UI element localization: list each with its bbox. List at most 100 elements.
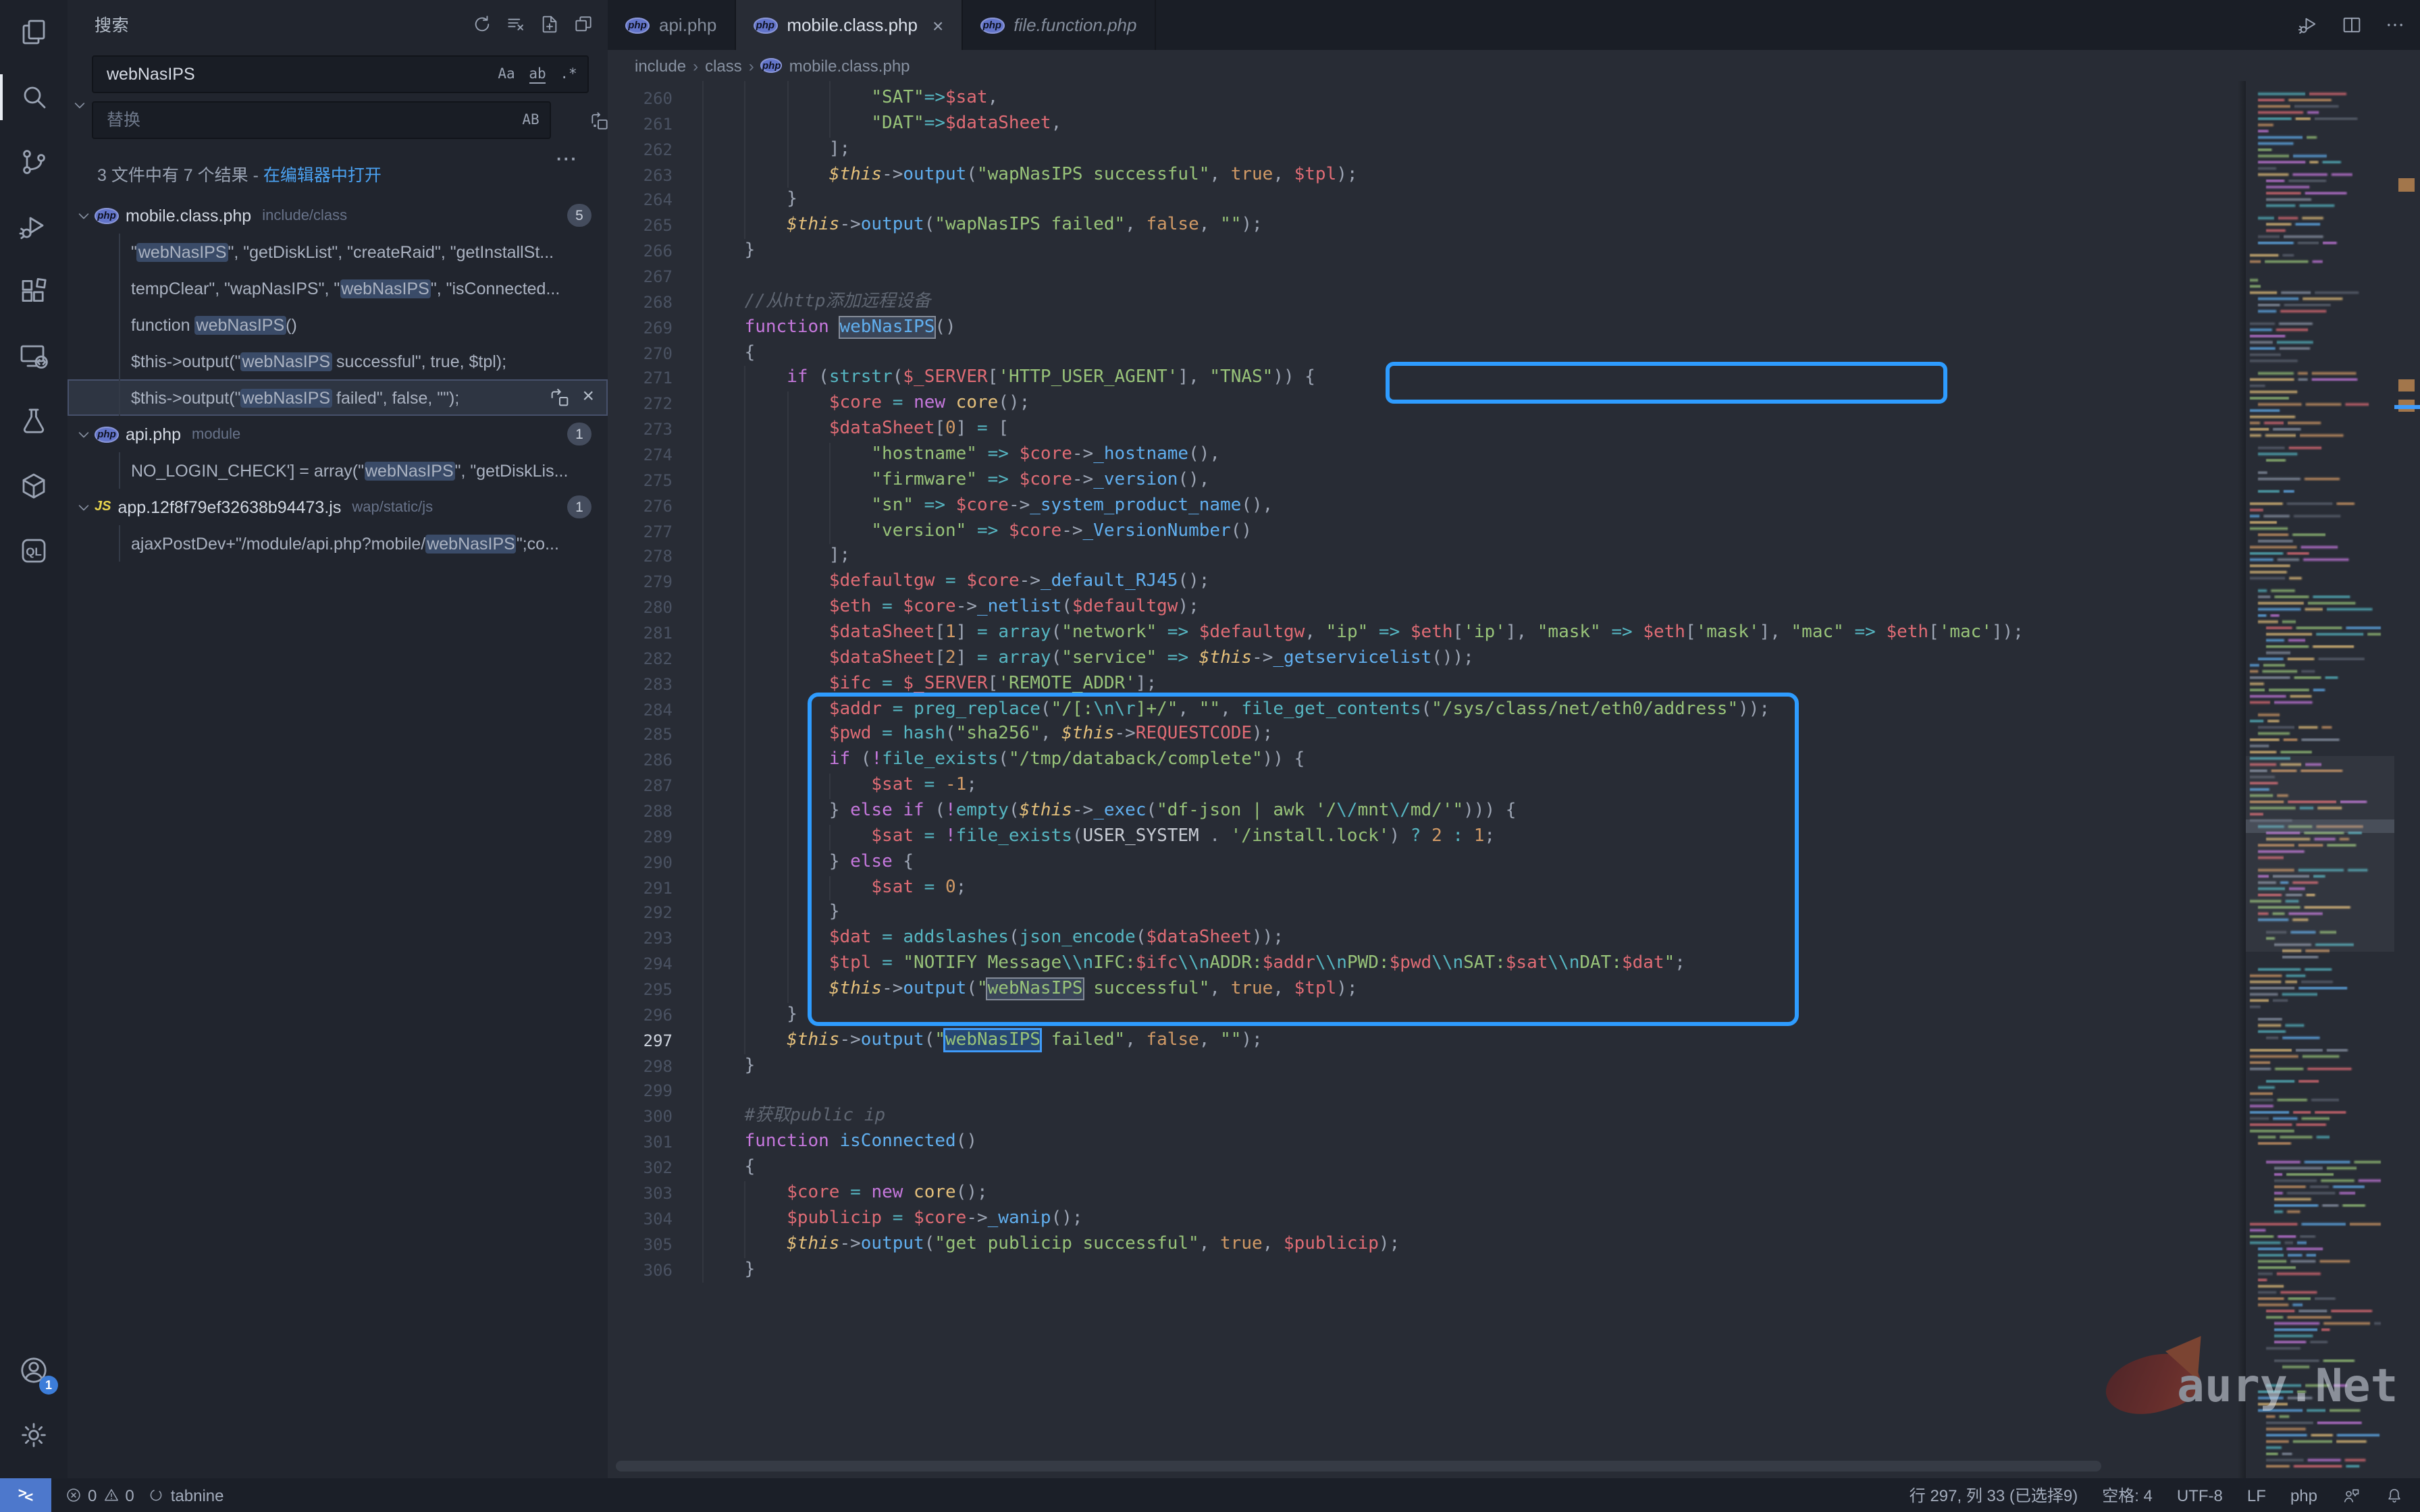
code-line[interactable]: {	[702, 1156, 2024, 1181]
activity-item-run-debug[interactable]	[0, 194, 68, 259]
code-line[interactable]: if (!file_exists("/tmp/databack/complete…	[702, 749, 2024, 774]
code-line[interactable]: }	[702, 1003, 2024, 1029]
chevron-down-icon[interactable]	[73, 496, 95, 518]
code-line[interactable]: ];	[702, 545, 2024, 570]
breadcrumb-file[interactable]: mobile.class.php	[789, 56, 910, 75]
replace-match-icon[interactable]	[548, 386, 571, 409]
tabnine-status[interactable]: tabnine	[148, 1486, 224, 1505]
activity-item-account[interactable]: 1	[0, 1338, 68, 1403]
search-option-regex[interactable]: .*	[556, 62, 581, 86]
code-line[interactable]: }	[702, 1258, 2024, 1283]
search-match-row[interactable]: $this->output("webNasIPS failed", false,…	[68, 379, 608, 416]
code-line[interactable]: $addr = preg_replace("/[:\n\r]+/", "", f…	[702, 697, 2024, 723]
close-tab-icon[interactable]: ×	[932, 14, 943, 36]
status-language-mode[interactable]: php	[2290, 1486, 2317, 1505]
code-line[interactable]: $this->output("wapNasIPS failed", false,…	[702, 214, 2024, 240]
breadcrumb[interactable]: include›class›phpmobile.class.php	[608, 50, 2420, 81]
code-line[interactable]: //从http添加远程设备	[702, 290, 2024, 316]
code-line[interactable]: $sat = !file_exists(USER_SYSTEM . '/inst…	[702, 825, 2024, 850]
activity-item-ql[interactable]: QL	[0, 518, 68, 583]
split-icon-action[interactable]	[2340, 14, 2363, 36]
code-line[interactable]: "hostname" => $core->_hostname(),	[702, 443, 2024, 468]
code-editor[interactable]: 2592602612622632642652662672682692702712…	[608, 81, 2420, 1478]
minimap-slider[interactable]	[2246, 756, 2394, 952]
code-line[interactable]: $tpl = "NOTIFY Message\\nIFC:$ifc\\nADDR…	[702, 952, 2024, 977]
search-result-file[interactable]: JSapp.12f8f79ef32638b94473.jswap/static/…	[68, 489, 608, 525]
activity-item-settings[interactable]	[0, 1403, 68, 1467]
toggle-search-details-button[interactable]: ···	[556, 148, 578, 169]
problems-status[interactable]: 0 0	[65, 1486, 134, 1505]
overview-ruler[interactable]	[2394, 81, 2420, 1478]
dismiss-match-icon[interactable]: ×	[582, 386, 594, 409]
code-line[interactable]: if (strstr($_SERVER['HTTP_USER_AGENT'], …	[702, 367, 2024, 392]
code-line[interactable]: "SAT"=>$sat,	[702, 86, 2024, 112]
status-cursor-position[interactable]: 行 297, 列 33 (已选择9)	[1910, 1484, 2078, 1507]
activity-item-extensions[interactable]	[0, 259, 68, 324]
code-line[interactable]: "DAT"=>$dataSheet,	[702, 112, 2024, 138]
horizontal-scrollbar[interactable]	[616, 1461, 2101, 1472]
code-line[interactable]	[702, 1079, 2024, 1105]
toggle-replace-chevron-icon[interactable]	[69, 94, 90, 116]
code-line[interactable]: $eth = $core->_netlist($defaultgw);	[702, 595, 2024, 621]
chevron-down-icon[interactable]	[73, 205, 95, 226]
feedback-icon[interactable]	[2342, 1486, 2361, 1505]
code-line[interactable]: {	[702, 341, 2024, 367]
code-line[interactable]: $publicip = $core->_wanip();	[702, 1207, 2024, 1233]
refresh-icon[interactable]	[471, 13, 493, 34]
tab-file.function.php[interactable]: phpfile.function.php	[962, 0, 1155, 50]
search-match-row[interactable]: $this->output("webNasIPS successful", tr…	[68, 343, 608, 379]
code-line[interactable]: $sat = 0;	[702, 875, 2024, 901]
code-line[interactable]: }	[702, 239, 2024, 265]
code-line[interactable]	[702, 265, 2024, 290]
activity-item-packages[interactable]	[0, 454, 68, 518]
code-line[interactable]: $core = new core();	[702, 392, 2024, 418]
breadcrumb-item[interactable]: class	[705, 56, 742, 75]
replace-input[interactable]	[92, 101, 551, 139]
debug-icon-action[interactable]	[2297, 14, 2320, 36]
code-line[interactable]: $dataSheet[0] = [	[702, 417, 2024, 443]
code-line[interactable]: $ifc = $_SERVER['REMOTE_ADDR'];	[702, 672, 2024, 697]
replace-option-preserve-case[interactable]: AB	[519, 108, 543, 132]
activity-item-remote-explorer[interactable]	[0, 324, 68, 389]
code-line[interactable]: "sn" => $core->_system_product_name(),	[702, 493, 2024, 519]
activity-item-source-control[interactable]	[0, 130, 68, 194]
status-eol[interactable]: LF	[2247, 1486, 2266, 1505]
code-line[interactable]: $dataSheet[2] = array("service" => $this…	[702, 647, 2024, 672]
code-line[interactable]: } else {	[702, 850, 2024, 876]
tab-mobile.class.php[interactable]: phpmobile.class.php×	[735, 0, 962, 50]
code-lines[interactable]: "ADDR"=>$addr,"SAT"=>$sat,"DAT"=>$dataSh…	[702, 81, 2024, 1283]
code-line[interactable]: function webNasIPS()	[702, 315, 2024, 341]
open-editors-icon[interactable]	[573, 13, 594, 34]
status-encoding[interactable]: UTF-8	[2177, 1486, 2223, 1505]
code-line[interactable]: }	[702, 188, 2024, 214]
clear-all-icon[interactable]	[505, 13, 527, 34]
search-match-row[interactable]: "webNasIPS", "getDiskList", "createRaid"…	[68, 234, 608, 270]
code-line[interactable]: $dataSheet[1] = array("network" => $defa…	[702, 621, 2024, 647]
search-match-row[interactable]: function webNasIPS()	[68, 306, 608, 343]
search-option-whole-word[interactable]: ab	[525, 62, 550, 86]
code-line[interactable]: function isConnected()	[702, 1130, 2024, 1156]
breadcrumb-item[interactable]: include	[635, 56, 686, 75]
activity-item-search[interactable]	[0, 65, 68, 130]
code-line[interactable]: "version" => $core->_VersionNumber()	[702, 519, 2024, 545]
code-line[interactable]: $pwd = hash("sha256", $this->REQUESTCODE…	[702, 723, 2024, 749]
status-indentation[interactable]: 空格: 4	[2102, 1484, 2153, 1507]
tab-api.php[interactable]: phpapi.php	[608, 0, 735, 50]
activity-item-testing[interactable]	[0, 389, 68, 454]
code-line[interactable]: $defaultgw = $core->_default_RJ45();	[702, 570, 2024, 596]
code-line[interactable]: }	[702, 1054, 2024, 1079]
new-search-editor-icon[interactable]	[539, 13, 560, 34]
replace-all-icon[interactable]	[586, 108, 608, 135]
notifications-bell-icon[interactable]	[2385, 1486, 2404, 1505]
open-in-editor-link[interactable]: 在编辑器中打开	[263, 166, 382, 185]
code-line[interactable]: $dat = addslashes(json_encode($dataSheet…	[702, 927, 2024, 952]
code-line[interactable]: $core = new core();	[702, 1181, 2024, 1207]
code-line[interactable]: $this->output("webNasIPS successful", tr…	[702, 977, 2024, 1003]
code-line[interactable]: } else if (!empty($this->_exec("df-json …	[702, 799, 2024, 825]
code-line[interactable]: "firmware" => $core->_version(),	[702, 468, 2024, 494]
search-match-row[interactable]: tempClear", "wapNasIPS", "webNasIPS", "i…	[68, 270, 608, 306]
more-icon-action[interactable]	[2384, 14, 2406, 36]
search-option-match-case[interactable]: Aa	[494, 62, 519, 86]
remote-indicator[interactable]: ><	[0, 1478, 51, 1512]
code-line[interactable]: $this->output("webNasIPS failed", false,…	[702, 1029, 2024, 1054]
